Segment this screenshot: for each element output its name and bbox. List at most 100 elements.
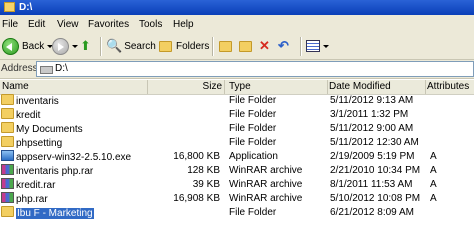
- toolbar-separator: [212, 37, 214, 56]
- file-date: 6/21/2012 8:09 AM: [330, 207, 414, 218]
- file-attributes: [430, 206, 470, 220]
- list-item[interactable]: My Documents File Folder 5/11/2012 9:00 …: [0, 122, 474, 136]
- menu-view[interactable]: View: [57, 19, 79, 30]
- file-size: [146, 122, 220, 136]
- menu-favorites[interactable]: Favorites: [88, 19, 129, 30]
- menu-help[interactable]: Help: [173, 19, 194, 30]
- back-button[interactable]: Back: [2, 37, 54, 55]
- forward-arrow-icon: [52, 37, 69, 55]
- file-attributes: [430, 136, 470, 150]
- back-arrow-icon: [2, 37, 19, 55]
- file-name: inventaris: [16, 96, 59, 107]
- delete-x-icon: ✕: [259, 38, 270, 53]
- file-name: appserv-win32-2.5.10.exe: [16, 152, 132, 163]
- file-attributes: A: [430, 179, 437, 190]
- folders-label: Folders: [176, 40, 210, 52]
- folder-icon: [1, 136, 14, 147]
- toolbar-separator: [100, 37, 102, 56]
- file-size: 16,908 KB: [173, 193, 220, 204]
- folder-icon: [1, 206, 14, 217]
- folders-icon: [159, 40, 172, 52]
- move-to-button[interactable]: [219, 37, 234, 55]
- folder-icon: [4, 2, 15, 13]
- file-date: 2/19/2009 5:19 PM: [330, 151, 415, 162]
- file-list: inventaris File Folder 5/11/2012 9:13 AM…: [0, 94, 474, 248]
- undo-button[interactable]: ↶: [278, 37, 289, 55]
- delete-button[interactable]: ✕: [259, 37, 270, 55]
- file-date: 5/11/2012 12:30 AM: [330, 137, 419, 148]
- file-size: [146, 206, 220, 220]
- file-date: 5/11/2012 9:13 AM: [330, 95, 414, 106]
- file-attributes: A: [430, 193, 437, 204]
- column-header-size[interactable]: Size: [148, 80, 225, 94]
- rar-icon: [1, 164, 14, 175]
- file-type: File Folder: [229, 123, 277, 134]
- list-item[interactable]: kredit.rar 39 KB WinRAR archive 8/1/2011…: [0, 178, 474, 192]
- file-date: 5/11/2012 9:00 AM: [330, 123, 414, 134]
- column-header-attributes[interactable]: Attributes: [425, 80, 474, 94]
- standard-toolbar: Back ⬆ 🔍 Search Folders ✕ ↶: [0, 34, 474, 60]
- file-size: 128 KB: [187, 165, 220, 176]
- move-to-icon: [219, 40, 232, 52]
- file-attributes: [430, 94, 470, 108]
- folders-button[interactable]: Folders: [159, 37, 209, 55]
- file-size: 39 KB: [192, 179, 220, 190]
- chevron-down-icon[interactable]: [72, 44, 78, 48]
- file-size: 16,800 KB: [173, 151, 220, 162]
- chevron-down-icon[interactable]: [323, 44, 329, 48]
- column-headers: Name Size Type Date Modified Attributes: [0, 80, 474, 95]
- file-type: WinRAR archive: [229, 165, 303, 176]
- copy-to-button[interactable]: [239, 37, 254, 55]
- file-type: File Folder: [229, 109, 277, 120]
- file-date: 3/1/2011 1:32 PM: [330, 109, 409, 120]
- folder-icon: [1, 122, 14, 133]
- column-header-name[interactable]: Name: [0, 80, 148, 94]
- column-header-type[interactable]: Type: [227, 80, 328, 94]
- drive-icon: [40, 66, 53, 74]
- list-item[interactable]: inventaris File Folder 5/11/2012 9:13 AM: [0, 94, 474, 108]
- window-title-text: D:\: [19, 2, 33, 13]
- column-header-date-modified[interactable]: Date Modified: [327, 80, 426, 94]
- address-label: Address: [1, 63, 38, 74]
- list-item-selected[interactable]: Ibu F - Marketing File Folder 6/21/2012 …: [0, 206, 474, 220]
- forward-button[interactable]: [52, 37, 78, 55]
- list-item[interactable]: php.rar 16,908 KB WinRAR archive 5/10/20…: [0, 192, 474, 206]
- menu-edit[interactable]: Edit: [28, 19, 45, 30]
- file-date: 5/10/2012 10:08 PM: [330, 193, 421, 204]
- menu-bar: File Edit View Favorites Tools Help: [0, 15, 474, 35]
- application-icon: [1, 150, 14, 161]
- address-input[interactable]: D:\: [36, 61, 474, 77]
- file-attributes: A: [430, 151, 437, 162]
- list-item[interactable]: kredit File Folder 3/1/2011 1:32 PM: [0, 108, 474, 122]
- address-value: D:\: [55, 63, 68, 74]
- file-type: File Folder: [229, 207, 277, 218]
- file-name: Ibu F - Marketing: [16, 208, 94, 219]
- views-icon: [306, 40, 320, 52]
- list-item[interactable]: appserv-win32-2.5.10.exe 16,800 KB Appli…: [0, 150, 474, 164]
- menu-tools[interactable]: Tools: [139, 19, 162, 30]
- file-size: [146, 136, 220, 150]
- file-attributes: A: [430, 165, 437, 176]
- folder-icon: [1, 94, 14, 105]
- title-bar: D:\: [0, 0, 474, 15]
- up-folder-button[interactable]: ⬆: [80, 37, 91, 55]
- list-item[interactable]: inventaris php.rar 128 KB WinRAR archive…: [0, 164, 474, 178]
- file-type: File Folder: [229, 95, 277, 106]
- list-item[interactable]: phpsetting File Folder 5/11/2012 12:30 A…: [0, 136, 474, 150]
- search-icon: 🔍: [106, 38, 123, 53]
- copy-to-icon: [239, 40, 252, 52]
- file-name: php.rar: [16, 194, 48, 205]
- toolbar-separator: [300, 37, 302, 56]
- up-arrow-icon: ⬆: [80, 38, 91, 53]
- menu-file[interactable]: File: [2, 19, 18, 30]
- back-label: Back: [22, 40, 45, 52]
- file-name: My Documents: [16, 124, 83, 135]
- folder-icon: [1, 108, 14, 119]
- file-name: kredit: [16, 110, 41, 121]
- address-bar: Address D:\: [0, 60, 474, 79]
- file-attributes: [430, 122, 470, 136]
- file-date: 8/1/2011 11:53 AM: [330, 179, 413, 190]
- search-button[interactable]: 🔍 Search: [106, 37, 156, 55]
- file-type: File Folder: [229, 137, 277, 148]
- views-button[interactable]: [306, 37, 329, 55]
